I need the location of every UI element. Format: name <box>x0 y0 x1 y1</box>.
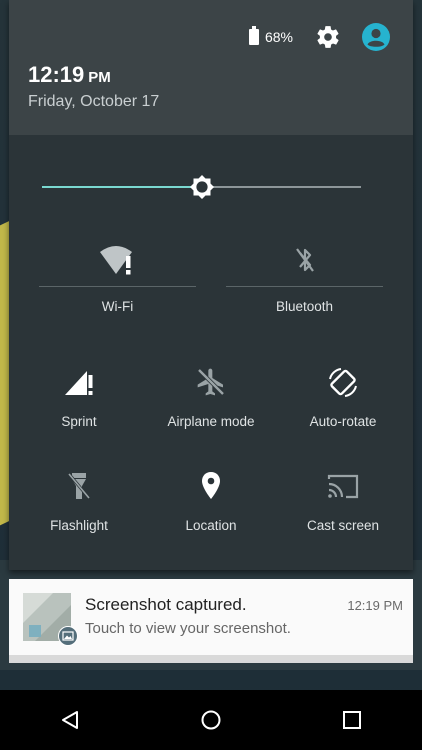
back-button[interactable] <box>40 690 100 750</box>
auto-rotate-icon <box>329 368 357 397</box>
recents-button[interactable] <box>322 690 382 750</box>
cell-signal-icon <box>65 371 93 395</box>
tile-wifi-label: Wi-Fi <box>101 299 134 314</box>
notification-time: 12:19 PM <box>347 598 403 613</box>
tile-airplane[interactable]: Airplane mode <box>156 366 266 429</box>
tile-cast-label: Cast screen <box>306 518 380 533</box>
back-icon <box>62 711 79 729</box>
location-pin-icon <box>202 472 220 499</box>
panel-header: 68% 12:19 PM Friday, October 17 <box>9 0 413 135</box>
wifi-divider <box>39 286 196 287</box>
wifi-icon <box>99 246 132 275</box>
navigation-bar <box>0 690 422 750</box>
tile-flashlight[interactable]: Flashlight <box>24 470 134 533</box>
tile-autorotate-label: Auto-rotate <box>309 414 377 429</box>
battery-percent: 68% <box>264 29 293 45</box>
recents-icon <box>342 711 361 729</box>
clock: 12:19 PM <box>28 62 111 88</box>
image-icon <box>58 626 78 646</box>
battery-icon <box>248 26 259 45</box>
tile-cast[interactable]: Cast screen <box>288 470 398 533</box>
notification-stack-edge <box>9 655 413 663</box>
brightness-icon[interactable] <box>188 173 216 201</box>
bluetooth-off-icon <box>295 248 314 272</box>
airplane-off-icon <box>197 368 225 396</box>
tile-location[interactable]: Location <box>156 470 266 533</box>
status-area: 68% <box>248 22 413 52</box>
cast-screen-icon <box>327 474 359 499</box>
tile-autorotate[interactable]: Auto-rotate <box>288 366 398 429</box>
flashlight-off-icon <box>67 473 91 499</box>
brightness-fill <box>42 186 202 188</box>
tile-bluetooth-label: Bluetooth <box>275 299 334 314</box>
home-icon <box>201 710 221 730</box>
bluetooth-divider <box>226 286 383 287</box>
clock-time: 12:19 <box>28 62 85 87</box>
date-label: Friday, October 17 <box>28 93 160 110</box>
tile-wifi[interactable]: Wi-Fi <box>39 244 196 314</box>
notification-text: Touch to view your screenshot. <box>85 620 291 637</box>
tile-sprint[interactable]: Sprint <box>24 366 134 429</box>
tile-bluetooth[interactable]: Bluetooth <box>226 244 383 314</box>
screenshot-notification[interactable]: Screenshot captured. 12:19 PM Touch to v… <box>9 579 413 655</box>
gear-icon[interactable] <box>315 24 341 50</box>
notification-title: Screenshot captured. <box>85 595 247 614</box>
user-avatar-icon[interactable] <box>361 22 391 52</box>
home-button[interactable] <box>181 690 241 750</box>
tile-flashlight-label: Flashlight <box>50 518 108 533</box>
tile-sprint-label: Sprint <box>61 414 97 429</box>
tile-airplane-label: Airplane mode <box>167 414 255 429</box>
tile-location-label: Location <box>185 518 237 533</box>
clock-ampm: PM <box>88 69 111 86</box>
